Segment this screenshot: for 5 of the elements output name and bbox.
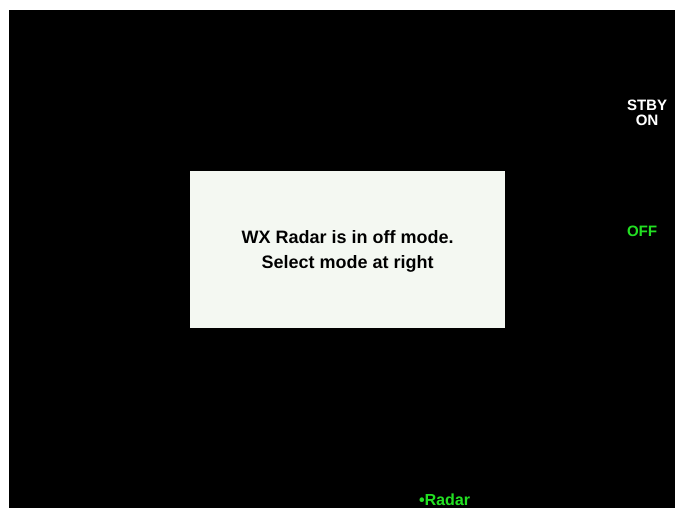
mode-option[interactable]: OFF (627, 224, 657, 239)
mode-option[interactable]: STBY ON (627, 98, 668, 128)
page-label: •Radar (419, 492, 470, 508)
message-text: WX Radar is in off mode. (241, 226, 454, 248)
message-text: Select mode at right (261, 250, 434, 274)
